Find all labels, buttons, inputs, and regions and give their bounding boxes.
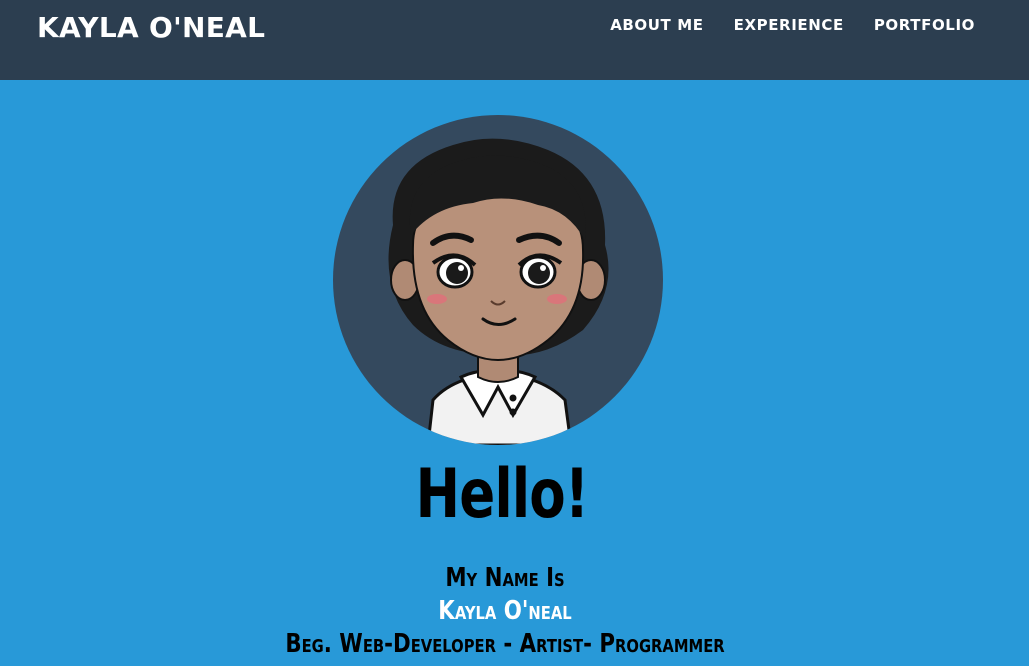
- nav-experience[interactable]: EXPERIENCE: [734, 15, 844, 35]
- main-nav: ABOUT ME EXPERIENCE PORTFOLIO: [610, 15, 975, 35]
- hero-roles-line: Beg. Web-Developer - Artist- Programmer: [285, 629, 725, 659]
- avatar-illustration: [388, 138, 609, 445]
- brand-link[interactable]: KAYLA O'NEAL: [37, 11, 265, 45]
- hero-greeting: Hello!: [415, 455, 589, 534]
- hero-name-line: Kayla O'neal: [438, 596, 572, 626]
- hero-section: Hello! My Name Is Kayla O'neal Beg. Web-…: [0, 80, 1029, 666]
- nav-about-me[interactable]: ABOUT ME: [610, 15, 703, 35]
- hero-intro-line: My Name Is: [445, 563, 565, 593]
- avatar: [333, 115, 663, 445]
- nav-portfolio[interactable]: PORTFOLIO: [874, 15, 975, 35]
- top-navbar: KAYLA O'NEAL ABOUT ME EXPERIENCE PORTFOL…: [0, 0, 1029, 80]
